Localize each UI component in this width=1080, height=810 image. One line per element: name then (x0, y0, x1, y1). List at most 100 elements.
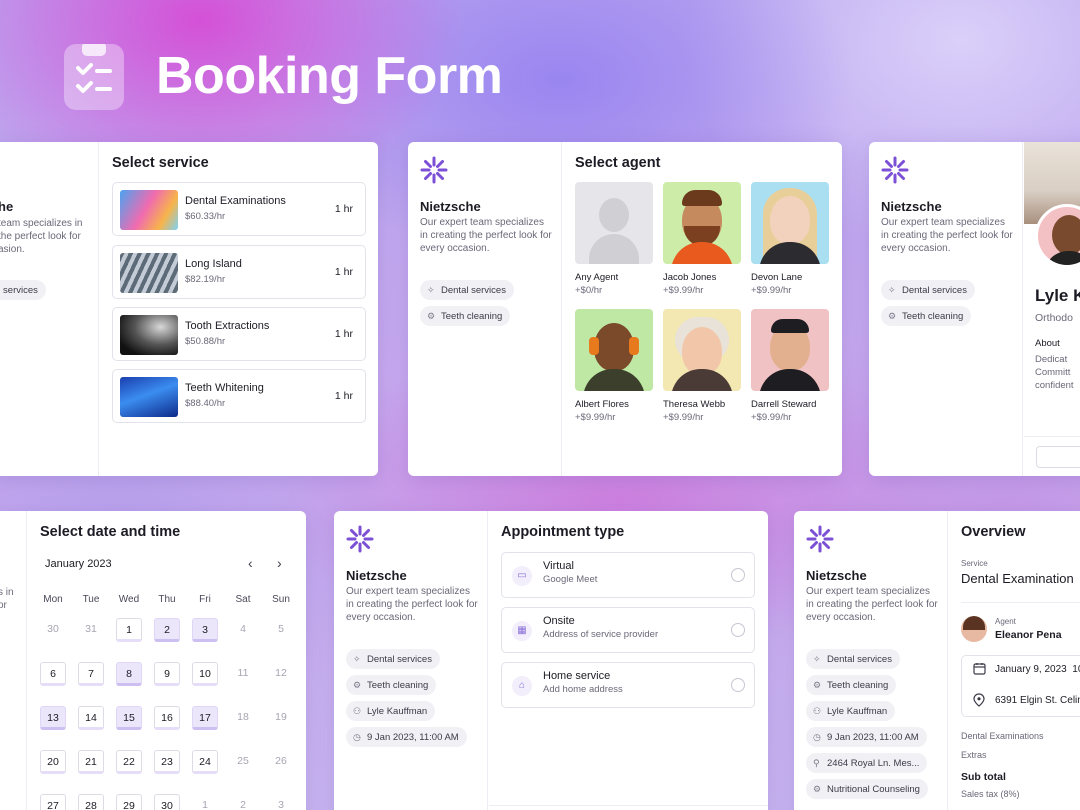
calendar-day[interactable]: 21 (78, 750, 104, 774)
calendar-day[interactable]: 27 (40, 794, 66, 810)
clock-icon: ◷ (353, 731, 361, 742)
weekday-header: Thu (158, 594, 176, 605)
agent-avatar (751, 309, 829, 391)
calendar-day[interactable]: 2 (154, 618, 180, 642)
radio-button[interactable] (731, 678, 745, 692)
about-text: Dedicat Committ confident (1035, 354, 1074, 391)
calendar-icon (973, 663, 986, 675)
calendar-day: 1 (202, 799, 208, 810)
brand-panel: Nietzsche Our expert team specializes in… (334, 511, 488, 810)
calendar-day[interactable]: 14 (78, 706, 104, 730)
brand-name: Nietzsche (420, 199, 481, 214)
brand-panel: Nietzsche Our expert team specializes in… (869, 142, 1023, 476)
agent-option-any[interactable]: Any Agent +$0/hr (575, 182, 653, 296)
service-thumbnail (120, 377, 178, 417)
video-icon: ▭ (512, 566, 532, 586)
calendar-day[interactable]: 20 (40, 750, 66, 774)
agent-chip[interactable]: ⚇ Lyle Kauffman (806, 701, 896, 721)
appointment-subtitle: Add home address (543, 684, 623, 695)
appointment-option-virtual[interactable]: ▭ Virtual Google Meet (501, 552, 755, 598)
calendar-day[interactable]: 1 (116, 618, 142, 642)
brand-logo-icon (346, 525, 374, 553)
chevron-left-icon[interactable]: ‹ (248, 555, 253, 571)
calendar-day[interactable]: 24 (192, 750, 218, 774)
brand-description: Our expert team specializes in creating … (420, 217, 552, 254)
chevron-right-icon[interactable]: › (277, 555, 282, 571)
appointment-subtitle: Google Meet (543, 574, 598, 585)
agent-option-darrell-steward[interactable]: Darrell Steward +$9.99/hr (751, 309, 829, 423)
calendar-day[interactable]: 29 (116, 794, 142, 810)
calendar-day[interactable]: 16 (154, 706, 180, 730)
sparkle-icon: ✧ (427, 284, 435, 295)
calendar-day[interactable]: 28 (78, 794, 104, 810)
calendar-day[interactable]: 22 (116, 750, 142, 774)
service-name: Long Island (185, 258, 242, 270)
service-price: $82.19/hr (185, 274, 226, 285)
calendar-day[interactable]: 23 (154, 750, 180, 774)
service-chip[interactable]: ✧ Dental services (420, 280, 514, 300)
service-row-teeth-whitening[interactable]: Teeth Whitening $88.40/hr 1 hr (112, 369, 366, 423)
agent-chip[interactable]: ⚇ Lyle Kauffman (346, 701, 436, 721)
service-panel: Select service Dental Examinations $60.3… (100, 142, 378, 476)
clock-icon: ◷ (813, 731, 821, 742)
brand-logo-icon (420, 156, 448, 184)
agent-price: +$9.99/hr (663, 412, 704, 423)
weekday-header: Fri (199, 594, 211, 605)
calendar-day[interactable]: 13 (40, 706, 66, 730)
brand-panel: Nietzsche Our expert team specializes in… (408, 142, 562, 476)
service-row-tooth-extractions[interactable]: Tooth Extractions $50.88/hr 1 hr (112, 307, 366, 361)
calendar-day[interactable]: 15 (116, 706, 142, 730)
gear-icon: ⚙ (813, 679, 822, 690)
datetime-chip[interactable]: ◷ 9 Jan 2023, 11:00 AM (346, 727, 467, 747)
datetime-chip[interactable]: ◷ 9 Jan 2023, 11:00 AM (806, 727, 927, 747)
radio-button[interactable] (731, 623, 745, 637)
calendar-day[interactable]: 8 (116, 662, 142, 686)
service-value: Dental Examination (961, 571, 1074, 586)
service-chip[interactable]: ✧ Dental services (806, 649, 900, 669)
calendar-day[interactable]: 9 (154, 662, 180, 686)
brand-panel: s in or (0, 511, 27, 810)
service-chip[interactable]: ⚙ Teeth cleaning (346, 675, 437, 695)
agent-avatar (751, 182, 829, 264)
tax-label: Sales tax (8%) (961, 789, 1020, 799)
agent-option-devon-lane[interactable]: Devon Lane +$9.99/hr (751, 182, 829, 296)
service-chip[interactable]: al services (0, 280, 46, 300)
weekday-header: Sun (272, 594, 290, 605)
calendar-day[interactable]: 7 (78, 662, 104, 686)
home-icon: ⌂ (512, 676, 532, 696)
select-service-card: he team specializes in the perfect look … (0, 142, 378, 476)
brand-name: Nietzsche (346, 568, 407, 583)
calendar-day[interactable]: 10 (192, 662, 218, 686)
appointment-panel: Appointment type ▭ Virtual Google Meet ▦… (489, 511, 768, 810)
calendar-day: 11 (237, 667, 249, 679)
service-chip[interactable]: ✧ Dental services (881, 280, 975, 300)
profile-divider (1024, 436, 1080, 437)
calendar-day[interactable]: 17 (192, 706, 218, 730)
service-row-dental-examinations[interactable]: Dental Examinations $60.33/hr 1 hr (112, 182, 366, 236)
service-chip[interactable]: ✧ Dental services (346, 649, 440, 669)
location-chip[interactable]: ⚲ 2464 Royal Ln. Mes... (806, 753, 928, 773)
calendar-day[interactable]: 30 (154, 794, 180, 810)
appointment-option-home[interactable]: ⌂ Home service Add home address (501, 662, 755, 708)
hero-title: Booking Form (156, 47, 503, 105)
agent-avatar (663, 309, 741, 391)
agent-option-albert-flores[interactable]: Albert Flores +$9.99/hr (575, 309, 653, 423)
service-chip[interactable]: ⚙ Teeth cleaning (881, 306, 972, 326)
subtotal-label: Sub total (961, 771, 1006, 783)
appointment-option-onsite[interactable]: ▦ Onsite Address of service provider (501, 607, 755, 653)
brand-logo-icon (806, 525, 834, 553)
agent-option-theresa-webb[interactable]: Theresa Webb +$9.99/hr (663, 309, 741, 423)
agent-option-jacob-jones[interactable]: Jacob Jones +$9.99/hr (663, 182, 741, 296)
calendar-day[interactable]: 3 (192, 618, 218, 642)
service-chip[interactable]: ⚙ Teeth cleaning (420, 306, 511, 326)
appointment-title: Virtual (543, 560, 574, 572)
select-agent-card: Nietzsche Our expert team specializes in… (408, 142, 842, 476)
service-chip[interactable]: ⚙ Teeth cleaning (806, 675, 897, 695)
calendar-day[interactable]: 6 (40, 662, 66, 686)
service-row-long-island[interactable]: Long Island $82.19/hr 1 hr (112, 245, 366, 299)
extra-chip[interactable]: ⚙ Nutritional Counseling (806, 779, 928, 799)
calendar-day: 19 (275, 711, 287, 723)
appointment-title: Onsite (543, 615, 575, 627)
profile-action-button[interactable] (1036, 446, 1080, 468)
radio-button[interactable] (731, 568, 745, 582)
